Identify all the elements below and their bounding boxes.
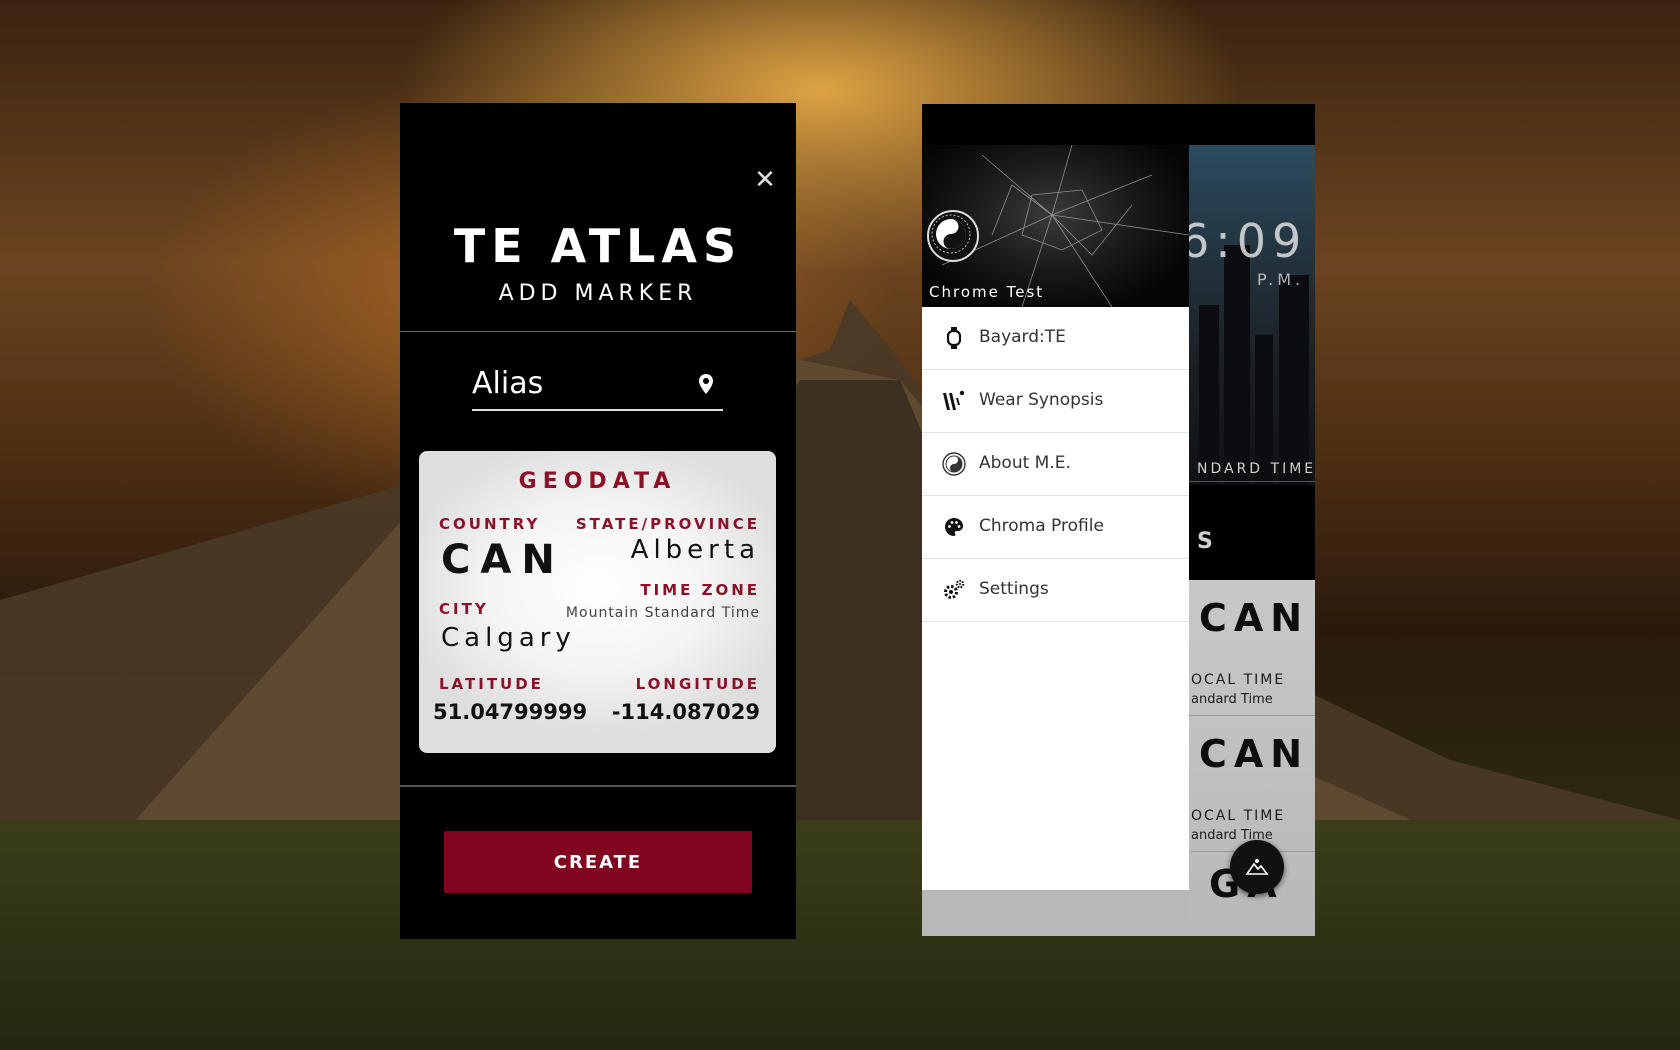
- divider: [400, 331, 796, 332]
- state-label: STATE/PROVINCE: [575, 515, 760, 533]
- drawer-menu: Bayard:TE Wear Synopsis About M.E. Chrom…: [922, 307, 1189, 890]
- divider: [1189, 481, 1315, 482]
- map-landscape-icon: [1245, 859, 1269, 875]
- longitude-value: -114.087029: [611, 700, 760, 724]
- menu-item-chroma-profile[interactable]: Chroma Profile: [922, 496, 1189, 559]
- city-label: CITY: [439, 600, 489, 618]
- state-value: Alberta: [630, 535, 760, 565]
- map-landscape-button[interactable]: [1230, 840, 1284, 894]
- country-code: CAN: [1199, 596, 1310, 640]
- local-time-label: OCAL TIME: [1191, 808, 1286, 824]
- pyramid-background: [0, 300, 1680, 860]
- app-title: TE ATLAS: [453, 219, 743, 273]
- country-label: COUNTRY: [439, 515, 541, 533]
- drawer-header: Chrome Test: [922, 145, 1189, 307]
- menu-item-settings[interactable]: Settings: [922, 559, 1189, 622]
- geodata-card: GEODATA COUNTRY STATE/PROVINCE CAN Alber…: [419, 451, 776, 753]
- menu-item-bayard-te[interactable]: Bayard:TE: [922, 307, 1189, 370]
- timezone-value: Mountain Standard Time: [565, 605, 760, 621]
- about-me-icon: [942, 452, 966, 476]
- menu-item-label: Bayard:TE: [979, 327, 1066, 347]
- create-button[interactable]: CREATE: [444, 831, 752, 893]
- longitude-label: LONGITUDE: [635, 675, 760, 693]
- profile-name: Chrome Test: [929, 283, 1045, 301]
- zone-value: andard Time: [1191, 692, 1273, 707]
- city-value: Calgary: [441, 623, 576, 653]
- latitude-value: 51.04799999: [433, 700, 588, 724]
- close-icon[interactable]: ✕: [750, 165, 780, 195]
- divider: [400, 785, 796, 787]
- geodata-title: GEODATA: [518, 469, 677, 494]
- yin-yang-icon: [931, 214, 971, 254]
- local-time-label: OCAL TIME: [1191, 672, 1286, 688]
- menu-item-label: About M.E.: [979, 453, 1071, 473]
- menu-item-label: Wear Synopsis: [979, 390, 1104, 410]
- menu-item-wear-synopsis[interactable]: Wear Synopsis: [922, 370, 1189, 433]
- city-skyline-image: [1189, 145, 1315, 485]
- country-code: CAN: [1199, 732, 1310, 776]
- section-title-fragment: S: [1197, 529, 1217, 554]
- list-item[interactable]: CAN OCAL TIME andard Time: [1189, 716, 1315, 851]
- palette-icon: [945, 518, 963, 536]
- wear-synopsis-icon: [943, 390, 965, 410]
- country-value: CAN: [441, 537, 565, 583]
- navigation-drawer: Chrome Test Bayard:TE Wear Synopsis Abou…: [922, 145, 1189, 936]
- alias-input[interactable]: [472, 361, 672, 405]
- app-home-panel: 6:09 P.M. NDARD TIME S CAN OCAL TIME and…: [922, 104, 1315, 936]
- menu-item-label: Chroma Profile: [979, 516, 1104, 536]
- map-pin-icon[interactable]: [697, 373, 715, 395]
- drawer-footer: [922, 890, 1189, 936]
- menu-item-label: Settings: [979, 579, 1049, 599]
- latitude-label: LATITUDE: [439, 675, 544, 693]
- watch-icon: [946, 327, 962, 349]
- grass-ground: [0, 820, 1680, 1050]
- list-item[interactable]: CAN OCAL TIME andard Time: [1189, 580, 1315, 715]
- gears-icon: [944, 579, 965, 599]
- timezone-label: TIME ZONE: [640, 581, 760, 599]
- clock-period: P.M.: [1257, 270, 1305, 289]
- add-marker-panel: ✕ TE ATLAS ADD MARKER GEODATA COUNTRY ST…: [400, 103, 796, 939]
- avatar[interactable]: [927, 210, 979, 262]
- standard-time-label: NDARD TIME: [1197, 461, 1315, 477]
- page-subtitle: ADD MARKER: [498, 281, 698, 306]
- alias-field[interactable]: [472, 361, 723, 411]
- clock-time: 6:09: [1180, 214, 1308, 268]
- menu-item-about-me[interactable]: About M.E.: [922, 433, 1189, 496]
